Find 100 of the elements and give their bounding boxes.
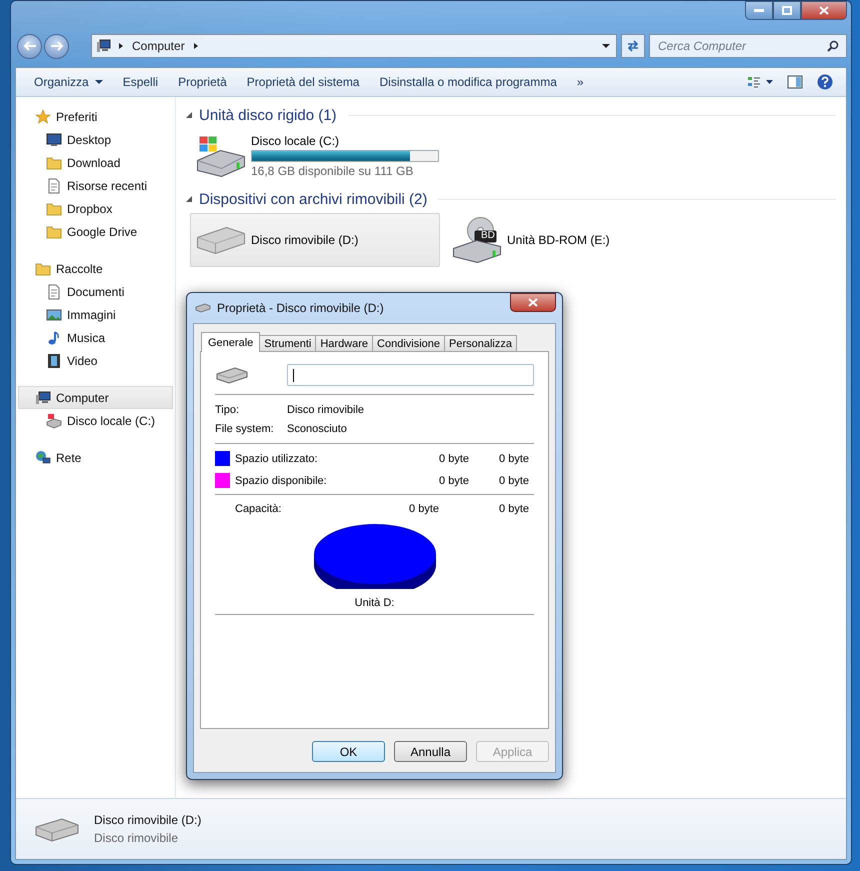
- sidebar-item[interactable]: Disco locale (C:): [16, 409, 175, 432]
- music-note-icon: [46, 330, 62, 346]
- toolbar-button[interactable]: Disinstalla o modifica programma: [369, 69, 567, 95]
- monitor-icon: [46, 132, 62, 148]
- sidebar-item[interactable]: Google Drive: [16, 220, 175, 243]
- toolbar-button[interactable]: Espelli: [112, 69, 168, 95]
- drive-letter-label: Unità D:: [354, 597, 394, 609]
- field-label: File system:: [215, 423, 275, 435]
- dialog-button[interactable]: OK: [312, 741, 385, 762]
- computer-icon: [35, 390, 51, 406]
- maximize-button[interactable]: [773, 1, 801, 20]
- drive-type: Disco rimovibile: [94, 831, 180, 845]
- document-icon: [46, 178, 62, 194]
- picture-icon: [46, 306, 62, 322]
- folder-icon: [35, 260, 51, 276]
- sidebar-item[interactable]: Documenti: [16, 280, 175, 303]
- field-label: Spazio utilizzato:: [235, 452, 319, 464]
- section-title[interactable]: Unità disco rigido (1): [199, 106, 337, 124]
- close-icon: [819, 6, 829, 15]
- view-list-icon: [747, 76, 773, 88]
- byte-value: 0 byte: [408, 503, 440, 515]
- size-value: 0 byte: [498, 503, 530, 515]
- document-icon: [46, 284, 62, 300]
- back-arrow-icon: [22, 41, 36, 51]
- drive-type-label: BD: [480, 230, 496, 241]
- minimize-button[interactable]: [745, 1, 773, 20]
- star-icon: [35, 108, 51, 124]
- dropdown-arrow-icon: [602, 44, 610, 48]
- byte-value: 0 byte: [438, 474, 470, 486]
- minimize-icon: [754, 8, 764, 12]
- field-value: Sconosciuto: [287, 423, 348, 435]
- size-value: 0 byte: [498, 452, 530, 464]
- breadcrumb[interactable]: Computer: [130, 39, 187, 53]
- sidebar-item[interactable]: Immagini: [16, 303, 175, 326]
- collapse-arrow-icon[interactable]: [186, 112, 192, 118]
- search-field[interactable]: Cerca Computer: [649, 34, 847, 58]
- dropdown-arrow-icon: [94, 80, 103, 84]
- drive-name: Disco rimovibile (D:): [94, 813, 202, 827]
- sidebar-item[interactable]: Dropbox: [16, 197, 175, 220]
- tab[interactable]: Strumenti: [259, 335, 316, 352]
- sidebar-item[interactable]: Computer: [18, 386, 173, 409]
- field-value: Disco rimovibile: [287, 404, 366, 416]
- toolbar-button[interactable]: Proprietà: [168, 69, 237, 95]
- back-button[interactable]: [17, 34, 42, 58]
- usb-drive-icon: [215, 365, 249, 385]
- toolbar-button[interactable]: Proprietà del sistema: [236, 69, 370, 95]
- folder-icon: [46, 224, 62, 240]
- sidebar-item[interactable]: Raccolte: [16, 257, 175, 280]
- size-value: 0 byte: [498, 474, 530, 486]
- refresh-button[interactable]: [621, 34, 645, 58]
- dialog-title: Proprietà - Disco rimovibile (D:): [217, 301, 385, 315]
- drive-name: Disco locale (C:): [251, 134, 340, 148]
- close-button[interactable]: [510, 293, 556, 312]
- folder-icon: [46, 200, 62, 216]
- section-title[interactable]: Dispositivi con archivi rimovibili (2): [199, 190, 428, 208]
- close-icon: [528, 298, 538, 307]
- sidebar-item[interactable]: Preferiti: [16, 105, 175, 128]
- usb-drive-icon: [195, 303, 211, 313]
- field-label: Capacità:: [235, 503, 282, 515]
- sidebar-item[interactable]: Video: [16, 349, 175, 372]
- sidebar-item[interactable]: Rete: [16, 446, 175, 469]
- sidebar-item[interactable]: Desktop: [16, 128, 175, 151]
- forward-button[interactable]: [44, 34, 69, 58]
- maximize-icon: [782, 6, 792, 15]
- tab[interactable]: Hardware: [315, 335, 374, 352]
- folder-icon: [46, 154, 62, 170]
- field-label: Spazio disponibile:: [235, 474, 328, 486]
- drive-icon: [46, 412, 62, 428]
- close-button[interactable]: [801, 1, 847, 20]
- refresh-icon: [626, 40, 640, 52]
- preview-pane-icon: [787, 75, 803, 89]
- tab[interactable]: Personalizza: [444, 335, 517, 352]
- byte-value: 0 byte: [438, 452, 470, 464]
- network-icon: [35, 450, 51, 466]
- drive-tile[interactable]: Disco rimovibile (D:): [190, 213, 440, 267]
- search-icon: [827, 40, 839, 52]
- collapse-arrow-icon[interactable]: [186, 196, 192, 202]
- help-icon: [817, 74, 833, 90]
- drive-name: Unità BD-ROM (E:): [507, 233, 610, 247]
- usb-drive-icon: [197, 226, 245, 254]
- free-space-text: 16,8 GB disponibile su 111 GB: [251, 164, 414, 178]
- toolbar-button[interactable]: »: [566, 69, 594, 95]
- tab[interactable]: Generale: [201, 332, 260, 352]
- drive-name: Disco rimovibile (D:): [251, 233, 358, 247]
- hard-drive-icon: [197, 136, 245, 176]
- chevron-icon: [118, 42, 124, 50]
- sidebar-item[interactable]: Musica: [16, 326, 175, 349]
- tab[interactable]: Condivisione: [372, 335, 446, 352]
- film-icon: [46, 352, 62, 368]
- drive-tile[interactable]: Disco locale (C:) 16,8 GB disponibile su 111 GB: [190, 129, 446, 183]
- forward-arrow-icon: [50, 41, 64, 51]
- field-label: Tipo:: [215, 404, 240, 416]
- drive-tile[interactable]: BD Unità BD-ROM (E:): [446, 213, 696, 267]
- dialog-button[interactable]: Annulla: [394, 741, 467, 762]
- sidebar-item[interactable]: Download: [16, 151, 175, 174]
- menu-button[interactable]: Organizza: [24, 69, 113, 95]
- optical-drive-icon: [453, 217, 501, 263]
- sidebar-item[interactable]: Risorse recenti: [16, 174, 175, 197]
- drive-name-field[interactable]: [287, 364, 534, 386]
- address-bar[interactable]: Computer: [91, 34, 617, 58]
